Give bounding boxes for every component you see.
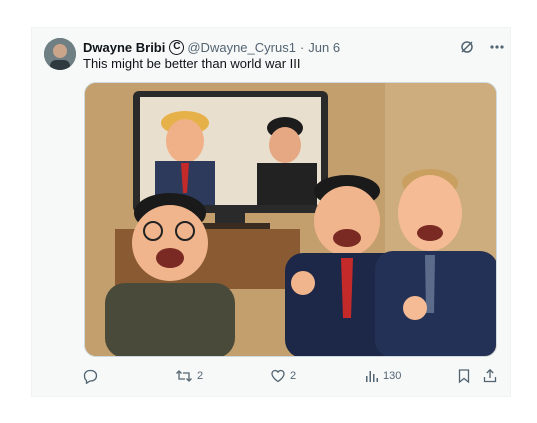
reply-icon	[83, 369, 98, 384]
heart-icon	[271, 369, 285, 383]
repost-icon	[176, 370, 192, 382]
repost-button[interactable]: 2	[175, 366, 203, 386]
views-button[interactable]: 130	[365, 366, 401, 386]
tweet-header: Dwayne Bribi C @Dwayne_Cyrus1 · Jun 6	[83, 38, 340, 56]
repost-count: 2	[197, 370, 204, 382]
tweet-media-image[interactable]	[84, 82, 497, 357]
tweet-date[interactable]: Jun 6	[308, 40, 340, 55]
more-icon[interactable]	[487, 37, 507, 57]
avatar[interactable]	[44, 38, 76, 70]
bookmark-button[interactable]	[457, 366, 471, 386]
like-button[interactable]: 2	[270, 366, 296, 386]
views-chart-icon	[366, 371, 378, 382]
author-handle[interactable]: @Dwayne_Cyrus1	[187, 40, 296, 55]
reply-button[interactable]	[82, 366, 102, 386]
grok-icon[interactable]	[457, 37, 477, 57]
share-button[interactable]	[482, 366, 498, 386]
copyright-circle-icon: C	[169, 39, 185, 55]
like-count: 2	[290, 370, 297, 382]
tweet-text: This might be better than world war III	[83, 56, 301, 71]
separator-dot: ·	[299, 39, 305, 55]
views-count: 130	[383, 370, 402, 382]
bookmark-icon	[458, 369, 470, 384]
share-icon	[483, 368, 497, 383]
author-name[interactable]: Dwayne Bribi	[83, 40, 165, 55]
tweet-actions: 2 2 130	[82, 366, 502, 386]
